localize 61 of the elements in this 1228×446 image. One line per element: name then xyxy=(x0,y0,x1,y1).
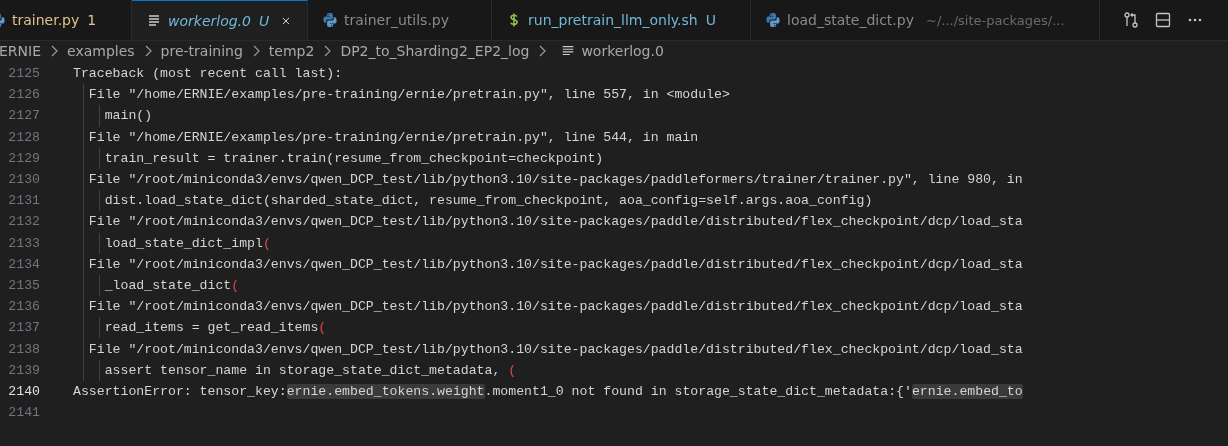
tab-label[interactable]: run_pretrain_llm_only.sh xyxy=(528,12,698,28)
line-number: 2127 xyxy=(7,108,40,124)
code-line: Traceback (most recent call last): xyxy=(73,66,343,82)
editor-tab[interactable]: workerlog.0 U xyxy=(132,0,308,40)
line-number: 2140 xyxy=(7,383,40,399)
line-number: 2136 xyxy=(7,299,40,315)
compare-changes-icon[interactable] xyxy=(1122,11,1140,29)
code-line: load_state_dict_impl( xyxy=(103,235,271,251)
line-number: 2131 xyxy=(7,193,40,209)
code-line: assert tensor_name in storage_state_dict_metadata, ( xyxy=(103,362,517,378)
code-line: read_items = get_read_items( xyxy=(103,320,327,336)
tab-label[interactable]: trainer_utils.py xyxy=(344,12,449,28)
tab-description: ~/.../site-packages/... xyxy=(926,12,1065,28)
code-line: File "/root/miniconda3/envs/qwen_DCP_test/lib/python3.10/site-packages/paddle/distributed/flex_checkpoint/dcp/load_sta xyxy=(87,214,1023,230)
code-line: File "/root/miniconda3/envs/qwen_DCP_test/lib/python3.10/site-packages/paddleformers/trainer/trainer.py", line 980, in xyxy=(87,172,1023,188)
breadcrumb[interactable]: examples xyxy=(67,43,135,59)
chevron-icon xyxy=(538,45,547,57)
git-status-label: U xyxy=(258,12,270,29)
line-number: 2132 xyxy=(7,214,40,230)
code-line: _load_state_dict( xyxy=(103,277,240,293)
code-line: dist.load_state_dict(sharded_state_dict, resume_from_checkpoint, aoa_config=self.args.aoa_config) xyxy=(103,193,873,209)
breadcrumb[interactable]: ERNIE xyxy=(0,43,42,59)
editor-tab[interactable]: trainer.py 1 xyxy=(0,0,132,40)
code-line: train_result = trainer.train(resume_from_checkpoint=checkpoint) xyxy=(103,150,604,166)
line-number: 2138 xyxy=(7,341,40,357)
line-number: 2135 xyxy=(7,277,40,293)
python-icon xyxy=(322,12,338,28)
split-editor-icon[interactable] xyxy=(1154,11,1172,29)
chevron-icon xyxy=(323,45,332,57)
lines-icon xyxy=(561,44,576,58)
code-line: File "/home/ERNIE/examples/pre-training/ernie/pretrain.py", line 544, in main xyxy=(87,129,699,145)
code-line: File "/root/miniconda3/envs/qwen_DCP_test/lib/python3.10/site-packages/paddle/distributed/flex_checkpoint/dcp/load_sta xyxy=(87,341,1023,357)
line-number: 2133 xyxy=(7,235,40,251)
lines-icon xyxy=(146,12,162,29)
git-status-label: U xyxy=(705,12,716,28)
code-line: File "/home/ERNIE/examples/pre-training/ernie/pretrain.py", line 557, in <module> xyxy=(87,87,730,103)
breadcrumb[interactable]: temp2 xyxy=(268,43,315,59)
line-number: 2128 xyxy=(7,129,40,145)
tab-label[interactable]: load_state_dict.py xyxy=(787,12,914,28)
line-number: 2126 xyxy=(7,87,40,103)
python-icon xyxy=(765,12,781,28)
chevron-icon xyxy=(50,45,59,57)
code-line: main() xyxy=(103,108,153,124)
code-line: File "/root/miniconda3/envs/qwen_DCP_test/lib/python3.10/site-packages/paddle/distributed/flex_checkpoint/dcp/load_sta xyxy=(87,256,1023,272)
line-number: 2137 xyxy=(7,320,40,336)
tab-label[interactable]: trainer.py xyxy=(12,12,80,28)
code-line: AssertionError: tensor_key:ernie.embed_tokens.weight.moment1_0 not found in storage_state_dict_metadata:{'ernie.embed_to xyxy=(73,383,1023,399)
git-status-label: 1 xyxy=(87,12,97,28)
line-number: 2141 xyxy=(7,405,40,421)
breadcrumb[interactable]: DP2_to_Sharding2_EP2_log xyxy=(340,43,530,59)
code-line: File "/root/miniconda3/envs/qwen_DCP_test/lib/python3.10/site-packages/paddle/distributed/flex_checkpoint/dcp/load_sta xyxy=(87,299,1023,315)
line-number: 2125 xyxy=(7,66,40,82)
line-number: 2134 xyxy=(7,256,40,272)
line-number: 2130 xyxy=(7,172,40,188)
tab-label[interactable]: workerlog.0 xyxy=(168,12,251,29)
chevron-icon xyxy=(143,45,152,57)
breadcrumb[interactable]: workerlog.0 xyxy=(581,43,664,59)
line-number: 2139 xyxy=(7,362,40,378)
breadcrumb[interactable]: pre-training xyxy=(160,43,243,59)
line-number: 2129 xyxy=(7,150,40,166)
chevron-icon xyxy=(251,45,260,57)
